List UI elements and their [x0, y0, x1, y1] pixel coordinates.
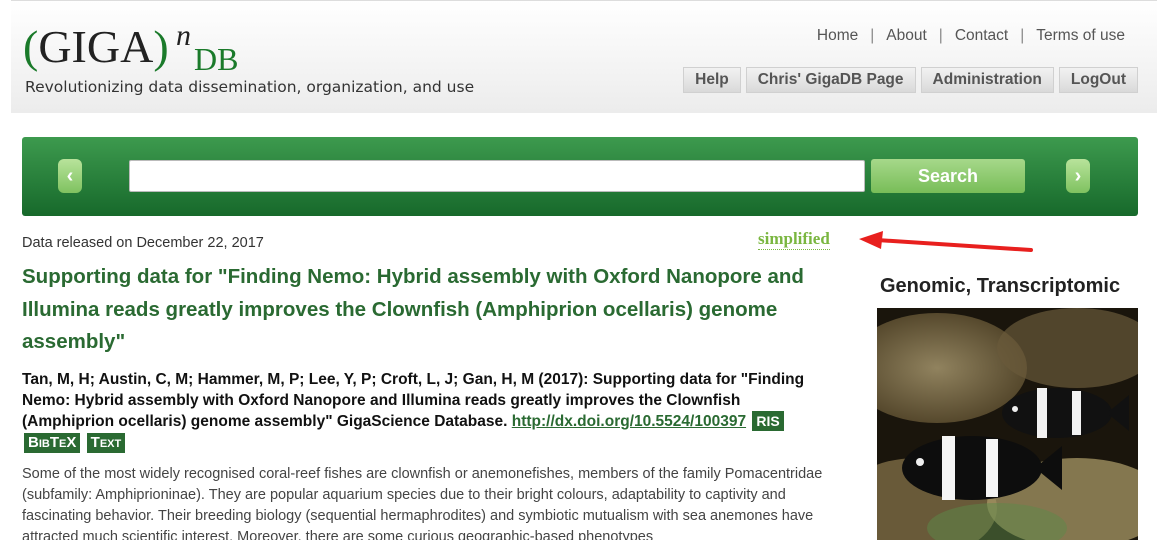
dataset-abstract: Some of the most widely recognised coral… — [22, 466, 823, 540]
nav-separator: | — [938, 27, 943, 44]
release-date: Data released on December 22, 2017 — [22, 235, 264, 251]
search-input[interactable] — [129, 160, 865, 192]
user-page-button[interactable]: Chris' GigaDB Page — [745, 67, 916, 93]
site-header: (GIGA) n DB Revolutionizing data dissemi… — [11, 0, 1157, 113]
help-button[interactable]: Help — [683, 67, 741, 93]
citation: Tan, M, H; Austin, C, M; Hammer, M, P; L… — [22, 369, 822, 453]
text-export-button[interactable]: Text — [86, 433, 126, 453]
clownfish-image — [877, 308, 1138, 540]
search-button[interactable]: Search — [871, 159, 1025, 193]
logo-wordmark: (GIGA) — [23, 21, 169, 72]
gigadb-logo[interactable]: (GIGA) n DB — [23, 19, 238, 77]
dataset-title: Supporting data for "Finding Nemo: Hybri… — [22, 265, 804, 353]
logo-superscript: n — [176, 19, 191, 52]
bibtex-export-button[interactable]: BibTeX — [24, 433, 81, 453]
next-dataset-button[interactable]: › — [1066, 159, 1090, 193]
logout-button[interactable]: LogOut — [1058, 67, 1138, 93]
top-nav: Home | About | Contact | Terms of use — [817, 27, 1125, 45]
user-menu: Help Chris' GigaDB Page Administration L… — [683, 67, 1138, 93]
site-tagline: Revolutionizing data dissemination, orga… — [25, 78, 475, 96]
annotation-arrow-icon — [859, 231, 1033, 252]
dataset-type-title: Genomic, Transcriptomic — [880, 275, 1121, 297]
ris-export-button[interactable]: RIS — [752, 411, 784, 431]
logo-db: DB — [194, 41, 239, 77]
nav-home-link[interactable]: Home — [817, 27, 858, 45]
nav-about-link[interactable]: About — [886, 27, 927, 45]
search-bar: ‹ Search › — [22, 137, 1138, 216]
nav-terms-link[interactable]: Terms of use — [1036, 27, 1125, 45]
nav-separator: | — [1020, 27, 1025, 44]
simplified-link[interactable]: simplified — [758, 229, 830, 250]
nav-contact-link[interactable]: Contact — [955, 27, 1008, 45]
administration-button[interactable]: Administration — [920, 67, 1054, 93]
doi-link[interactable]: http://dx.doi.org/10.5524/100397 — [512, 413, 746, 430]
dataset-image[interactable] — [877, 308, 1138, 540]
nav-separator: | — [870, 27, 875, 44]
previous-dataset-button[interactable]: ‹ — [58, 159, 82, 193]
